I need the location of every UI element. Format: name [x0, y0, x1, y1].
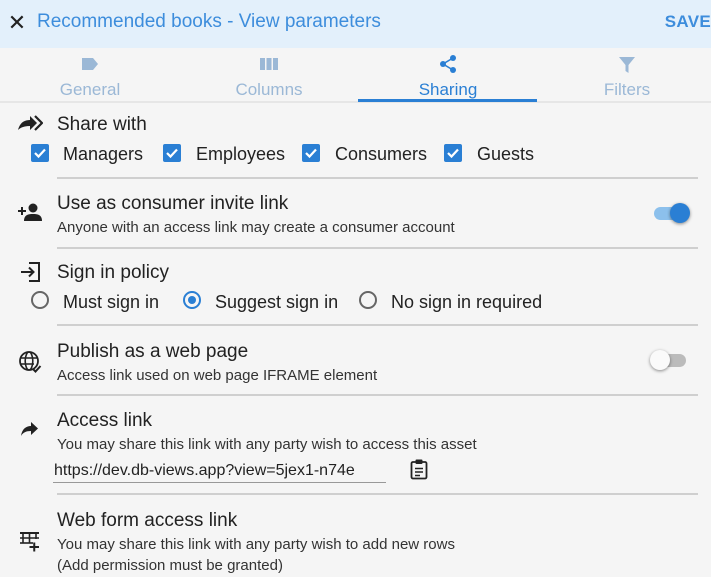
publish-web-title: Publish as a web page	[57, 341, 249, 362]
tab-divider	[0, 101, 711, 103]
consumers-label: Consumers	[335, 144, 428, 164]
must-sign-in-radio[interactable]	[31, 291, 49, 309]
active-tab-indicator	[358, 99, 537, 102]
access-link-subtitle: You may share this link with any party w…	[57, 436, 477, 453]
toggle-thumb	[650, 350, 670, 370]
web-form-link-title: Web form access link	[57, 510, 238, 531]
consumer-invite-title: Use as consumer invite link	[57, 193, 289, 214]
login-icon	[20, 261, 44, 285]
sign-in-policy-title: Sign in policy	[57, 262, 169, 283]
no-sign-in-label: No sign in required	[391, 292, 543, 312]
clipboard-icon	[409, 459, 429, 484]
access-link-title: Access link	[57, 410, 153, 431]
web-form-link-note: (Add permission must be granted)	[57, 557, 283, 574]
guests-label: Guests	[477, 144, 535, 164]
close-button[interactable]: ✕	[6, 10, 28, 36]
must-sign-in-label: Must sign in	[63, 292, 160, 312]
person-add-icon	[17, 202, 42, 226]
share-icon	[358, 55, 538, 74]
consumer-invite-toggle[interactable]	[652, 202, 690, 224]
consumer-invite-subtitle: Anyone with an access link may create a …	[57, 219, 455, 236]
forward-arrow-icon	[20, 420, 44, 444]
tab-label: General	[59, 80, 121, 99]
guests-checkbox[interactable]	[444, 144, 462, 162]
tab-label: Filters	[603, 80, 651, 99]
tab-filters[interactable]: Filters	[537, 50, 711, 102]
suggest-sign-in-label: Suggest sign in	[215, 292, 339, 312]
tab-label: Columns	[235, 80, 303, 99]
access-link-field[interactable]: https://dev.db-views.app?view=5jex1-n74e	[53, 459, 386, 483]
clipboard-copy-button[interactable]	[409, 458, 429, 482]
consumers-checkbox[interactable]	[302, 144, 320, 162]
filter-icon	[537, 56, 711, 74]
managers-label: Managers	[63, 144, 144, 164]
managers-checkbox[interactable]	[31, 144, 49, 162]
share-arrow-icon	[17, 113, 44, 137]
globe-icon	[18, 350, 42, 374]
publish-web-toggle[interactable]	[650, 349, 688, 371]
share-with-title: Share with	[57, 114, 147, 135]
section-divider	[57, 324, 698, 326]
page-title: Recommended books - View parameters	[37, 11, 381, 32]
dialog-header: ✕ Recommended books - View parameters SA…	[0, 0, 711, 48]
toggle-thumb	[670, 203, 690, 223]
save-button[interactable]: SAVE	[665, 12, 711, 32]
tab-sharing[interactable]: Sharing	[358, 50, 538, 102]
label-icon	[0, 56, 180, 74]
web-form-link-subtitle: You may share this link with any party w…	[57, 536, 455, 553]
section-divider	[57, 394, 698, 396]
columns-icon	[179, 56, 359, 74]
section-divider	[57, 493, 698, 495]
employees-checkbox[interactable]	[163, 144, 181, 162]
publish-web-subtitle: Access link used on web page IFRAME elem…	[57, 367, 378, 384]
tab-general[interactable]: General	[0, 50, 180, 102]
tab-label: Sharing	[418, 80, 478, 99]
section-divider	[57, 177, 698, 179]
no-sign-in-radio[interactable]	[359, 291, 377, 309]
tab-columns[interactable]: Columns	[179, 50, 359, 102]
suggest-sign-in-radio[interactable]	[183, 291, 201, 309]
employees-label: Employees	[196, 144, 286, 164]
section-divider	[57, 247, 698, 249]
table-add-icon	[19, 530, 43, 554]
tab-bar: General Columns Sharing Filters	[0, 50, 711, 102]
